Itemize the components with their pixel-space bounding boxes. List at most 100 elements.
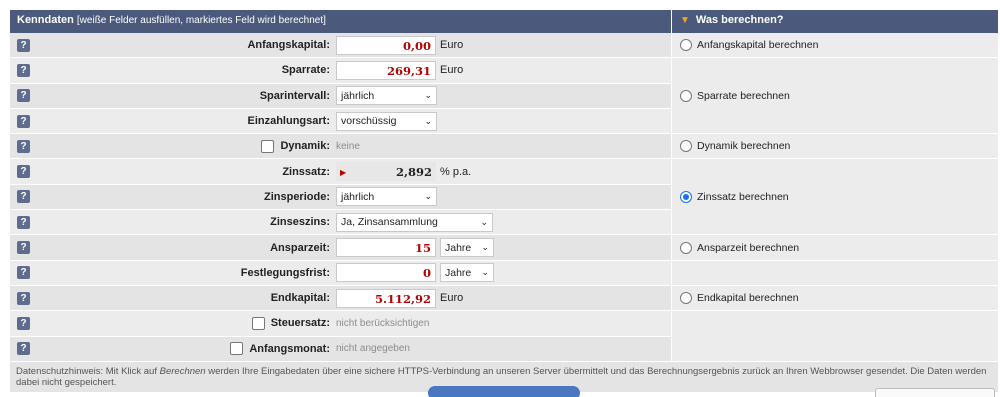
label-ansparzeit: Ansparzeit: xyxy=(270,241,330,254)
help-icon[interactable]: ? xyxy=(17,266,30,280)
option-spacer xyxy=(672,311,998,362)
label-sparrate: Sparrate: xyxy=(281,64,330,77)
label-sparintervall: Sparintervall: xyxy=(259,89,330,102)
option-dynamik[interactable]: Dynamik berechnen xyxy=(672,134,998,160)
row-ansparzeit: ? Ansparzeit: 15 Jahre ⌄ xyxy=(10,235,671,261)
option-ansparzeit[interactable]: Ansparzeit berechnen xyxy=(672,235,998,261)
anfangsmonat-checkbox[interactable] xyxy=(230,342,244,356)
select-value: jährlich xyxy=(341,190,375,203)
help-icon[interactable]: ? xyxy=(17,316,30,330)
label-anfangskapital: Anfangskapital: xyxy=(247,39,330,52)
radio-ansparzeit[interactable] xyxy=(680,241,692,254)
zinsperiode-select[interactable]: jährlich ⌄ xyxy=(336,187,437,207)
label-einzahlungsart: Einzahlungsart: xyxy=(247,115,330,128)
label-anfangsmonat-wrap: Anfangsmonat: xyxy=(30,342,336,356)
steuersatz-value: nicht berücksichtigen xyxy=(336,317,430,329)
radio-dynamik[interactable] xyxy=(680,140,692,153)
help-icon[interactable]: ? xyxy=(17,89,30,103)
endkapital-input[interactable]: 5.112,92 xyxy=(336,288,436,308)
unit-label: Euro xyxy=(440,64,464,77)
option-label: Anfangskapital berechnen xyxy=(697,39,819,52)
row-endkapital: ? Endkapital: 5.112,92 Euro xyxy=(10,285,671,312)
privacy-text-emph: Berechnen xyxy=(159,365,206,377)
header-right-title: Was berechnen? xyxy=(695,14,784,26)
help-icon[interactable]: ? xyxy=(17,165,30,179)
label-steuersatz: Steuersatz: xyxy=(270,317,330,330)
festlegungsfrist-input[interactable]: 0 xyxy=(336,263,436,283)
chevron-down-icon: ⌄ xyxy=(424,90,432,101)
steuersatz-checkbox[interactable] xyxy=(251,316,265,330)
option-zinssatz[interactable]: Zinssatz berechnen xyxy=(672,159,998,236)
option-anfangskapital[interactable]: Anfangskapital berechnen xyxy=(672,33,998,59)
help-icon[interactable]: ? xyxy=(17,215,30,229)
row-zinsperiode: ? Zinsperiode: jährlich ⌄ xyxy=(10,184,671,211)
chevron-down-icon: ⌄ xyxy=(481,242,489,253)
input-rows: ? Anfangskapital: 0,00 Euro ? Sparrate: … xyxy=(10,33,671,362)
select-value: Jahre xyxy=(445,266,472,279)
privacy-text-before: Datenschutzhinweis: Mit Klick auf xyxy=(16,365,160,377)
sparrate-input[interactable]: 269,31 xyxy=(336,60,436,80)
radio-endkapital[interactable] xyxy=(680,292,692,305)
header-title: Kenndaten xyxy=(17,14,74,26)
select-value: vorschüssig xyxy=(341,115,397,128)
help-icon[interactable]: ? xyxy=(17,63,30,77)
secondary-button[interactable] xyxy=(875,388,995,397)
label-dynamik-wrap: Dynamik: xyxy=(30,139,336,153)
label-festlegungsfrist: Festlegungsfrist: xyxy=(240,266,330,279)
option-label: Endkapital berechnen xyxy=(697,292,799,305)
zinssatz-result: ▶ 2,892 xyxy=(336,162,436,182)
unit-label: % p.a. xyxy=(440,165,472,178)
ansparzeit-unit-select[interactable]: Jahre ⌄ xyxy=(440,238,494,258)
header-right: ▼ Was berechnen? xyxy=(672,10,998,33)
select-value: Jahre xyxy=(445,241,472,254)
radio-zinssatz[interactable] xyxy=(680,190,692,203)
unit-label: Euro xyxy=(440,39,464,52)
festlegungsfrist-unit-select[interactable]: Jahre ⌄ xyxy=(440,263,494,283)
option-label: Sparrate berechnen xyxy=(697,89,790,102)
dynamik-checkbox[interactable] xyxy=(261,139,275,153)
panel-header: Kenndaten [weiße Felder ausfüllen, marki… xyxy=(10,10,998,33)
row-zinseszins: ? Zinseszins: Ja, Zinsansammlung ⌄ xyxy=(10,210,671,236)
option-label: Zinssatz berechnen xyxy=(697,190,789,203)
option-endkapital[interactable]: Endkapital berechnen xyxy=(672,285,998,312)
row-zinssatz: ? Zinssatz: ▶ 2,892 % p.a. xyxy=(10,159,671,185)
label-zinseszins: Zinseszins: xyxy=(270,216,330,229)
triangle-down-icon: ▼ xyxy=(680,15,690,26)
row-anfangskapital: ? Anfangskapital: 0,00 Euro xyxy=(10,33,671,59)
label-anfangsmonat: Anfangsmonat: xyxy=(249,342,330,355)
calculator-panel: Kenndaten [weiße Felder ausfüllen, marki… xyxy=(10,10,998,392)
chevron-down-icon: ⌄ xyxy=(424,191,432,202)
help-icon[interactable]: ? xyxy=(17,291,30,305)
label-zinsperiode: Zinsperiode: xyxy=(263,190,330,203)
zinseszins-select[interactable]: Ja, Zinsansammlung ⌄ xyxy=(336,212,493,232)
row-festlegungsfrist: ? Festlegungsfrist: 0 Jahre ⌄ xyxy=(10,260,671,286)
header-left: Kenndaten [weiße Felder ausfüllen, marki… xyxy=(10,10,671,33)
help-icon[interactable]: ? xyxy=(17,139,30,153)
label-endkapital: Endkapital: xyxy=(270,292,330,305)
help-icon[interactable]: ? xyxy=(17,190,30,204)
help-icon[interactable]: ? xyxy=(17,38,30,52)
radio-sparrate[interactable] xyxy=(680,89,692,102)
dynamik-value: keine xyxy=(336,140,360,152)
triangle-right-icon: ▶ xyxy=(340,166,347,177)
label-zinssatz: Zinssatz: xyxy=(282,165,330,178)
help-icon[interactable]: ? xyxy=(17,241,30,255)
row-steuersatz: ? Steuersatz: nicht berücksichtigen xyxy=(10,311,671,337)
einzahlungsart-select[interactable]: vorschüssig ⌄ xyxy=(336,111,437,131)
option-label: Dynamik berechnen xyxy=(697,140,791,153)
row-sparintervall: ? Sparintervall: jährlich ⌄ xyxy=(10,83,671,109)
ansparzeit-input[interactable]: 15 xyxy=(336,238,436,258)
radio-anfangskapital[interactable] xyxy=(680,39,692,52)
label-steuersatz-wrap: Steuersatz: xyxy=(30,316,336,330)
anfangskapital-input[interactable]: 0,00 xyxy=(336,35,436,55)
row-sparrate: ? Sparrate: 269,31 Euro xyxy=(10,58,671,84)
help-icon[interactable]: ? xyxy=(17,342,30,356)
help-icon[interactable]: ? xyxy=(17,114,30,128)
calculate-button[interactable] xyxy=(428,386,580,397)
sparintervall-select[interactable]: jährlich ⌄ xyxy=(336,86,437,106)
select-value: jährlich xyxy=(341,89,375,102)
unit-label: Euro xyxy=(440,292,464,305)
zinssatz-value: 2,892 xyxy=(395,164,432,179)
option-sparrate[interactable]: Sparrate berechnen xyxy=(672,58,998,135)
header-subtitle: [weiße Felder ausfüllen, markiertes Feld… xyxy=(76,15,326,26)
